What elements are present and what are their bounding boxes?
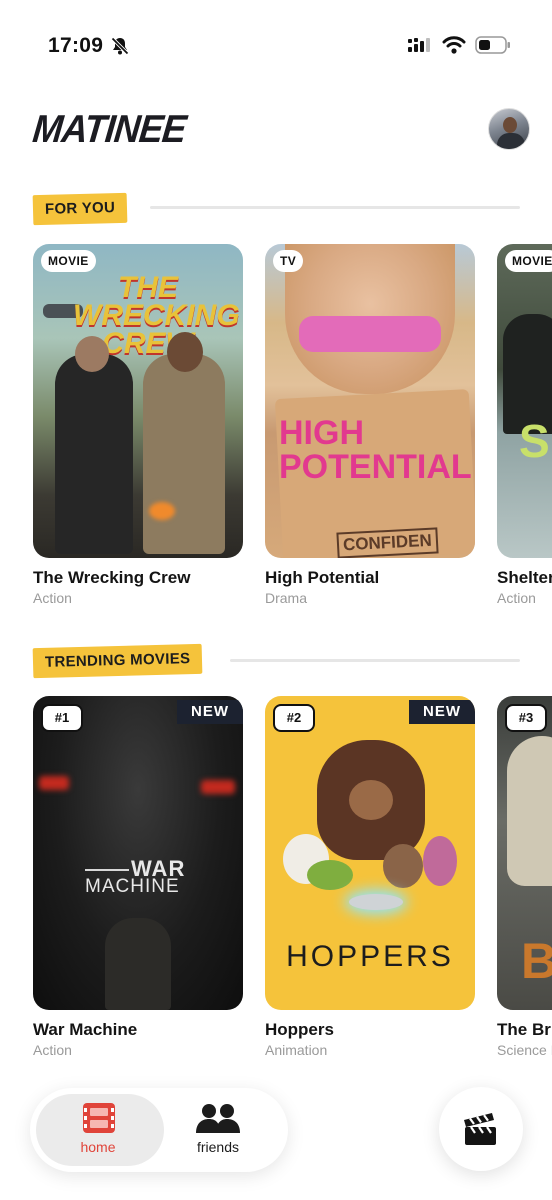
card-title: Hoppers: [265, 1020, 334, 1039]
app-logo: MATINEE: [30, 106, 188, 151]
clapperboard-icon: [464, 1113, 496, 1145]
poster-image[interactable]: WAR MACHINE #1 NEW: [33, 696, 243, 1010]
card-genre: Action: [497, 590, 536, 606]
battery-icon: [475, 36, 510, 54]
type-badge: TV: [273, 250, 304, 272]
nav-home-label: home: [80, 1139, 116, 1155]
card-genre: Science Fiction: [497, 1042, 552, 1058]
card-title: The Bride!: [497, 1020, 552, 1039]
signal-icon: [408, 38, 430, 52]
poster-title-line-2: MACHINE: [85, 876, 180, 897]
poster-title-text: HOPPERS: [286, 940, 454, 973]
poster-fire: [149, 502, 175, 520]
avatar-body-shape: [497, 133, 525, 149]
poster-red-eye-right: [201, 780, 235, 794]
section-label-for-you: FOR YOU: [32, 192, 128, 226]
poster-title-line-1: HIGH: [279, 414, 364, 452]
card-title: The Wrecking Crew: [33, 568, 191, 587]
type-badge: MOVIE: [505, 250, 552, 272]
card-title: Shelter: [497, 568, 552, 587]
status-bar: 17:09: [0, 0, 552, 90]
poster-creature: [423, 836, 457, 886]
nav-friends-label[interactable]: friends: [168, 1139, 268, 1155]
card-genre: Action: [33, 590, 72, 606]
media-card-clip: SH MOVIE Shelter Action: [497, 244, 552, 624]
media-card[interactable]: SH MOVIE Shelter Action: [497, 244, 552, 606]
media-card-clip: B #3 The Bride! Science Fiction: [497, 696, 552, 1076]
card-title: High Potential: [265, 568, 380, 587]
bell-slash-icon: [111, 37, 129, 55]
card-genre: Action: [33, 1042, 72, 1058]
poster-stamp-text: CONFIDEN: [336, 527, 439, 558]
poster-title-line-2: POTENTIAL: [279, 448, 472, 486]
poster-title-text: SH: [519, 415, 552, 467]
section-divider: [230, 659, 520, 662]
avatar[interactable]: [488, 108, 530, 150]
poster-image[interactable]: THE WRECKING CREW MOVIE: [33, 244, 243, 558]
poster-soldier: [105, 918, 171, 1010]
new-badge: NEW: [409, 700, 475, 724]
card-title: War Machine: [33, 1020, 138, 1039]
new-badge: NEW: [177, 700, 243, 724]
media-card[interactable]: B #3 The Bride! Science Fiction: [497, 696, 552, 1058]
media-card[interactable]: HIGH POTENTIAL CONFIDEN TV High Potentia…: [265, 244, 475, 606]
card-genre: Animation: [265, 1042, 328, 1058]
poster-device: [349, 894, 403, 910]
section-divider: [150, 206, 520, 209]
section-label-trending: TRENDING MOVIES: [32, 643, 203, 679]
poster-image[interactable]: HIGH POTENTIAL CONFIDEN TV: [265, 244, 475, 558]
poster-red-eye-left: [39, 776, 69, 790]
film-icon: [83, 1103, 115, 1133]
wifi-icon: [442, 36, 466, 54]
card-genre: Drama: [265, 590, 308, 606]
poster-figure-right: [143, 354, 225, 554]
rank-badge: #2: [273, 704, 315, 732]
poster-figure-left: [55, 354, 133, 554]
poster-image[interactable]: HOPPERS #2 NEW: [265, 696, 475, 1010]
poster-sunglasses: [299, 316, 441, 352]
poster-title-rule: [85, 869, 129, 871]
poster-face-left: [75, 336, 109, 372]
poster-figure: [507, 736, 552, 886]
poster-frog: [307, 860, 353, 890]
rank-badge: #1: [41, 704, 83, 732]
poster-beaver: [383, 844, 423, 888]
avatar-head-shape: [503, 117, 517, 133]
status-time: 17:09: [48, 34, 104, 57]
media-card[interactable]: THE WRECKING CREW MOVIE The Wrecking Cre…: [33, 244, 243, 606]
media-card[interactable]: HOPPERS #2 NEW Hoppers Animation: [265, 696, 475, 1058]
media-card[interactable]: WAR MACHINE #1 NEW War Machine Action: [33, 696, 243, 1058]
poster-title-text: B: [521, 933, 552, 989]
poster-image[interactable]: B #3: [497, 696, 552, 1010]
type-badge: MOVIE: [41, 250, 96, 272]
friends-icon[interactable]: [195, 1103, 241, 1135]
poster-image[interactable]: SH MOVIE: [497, 244, 552, 558]
rank-badge: #3: [505, 704, 547, 732]
poster-bear-face: [349, 780, 393, 820]
poster-face-right: [167, 332, 203, 372]
